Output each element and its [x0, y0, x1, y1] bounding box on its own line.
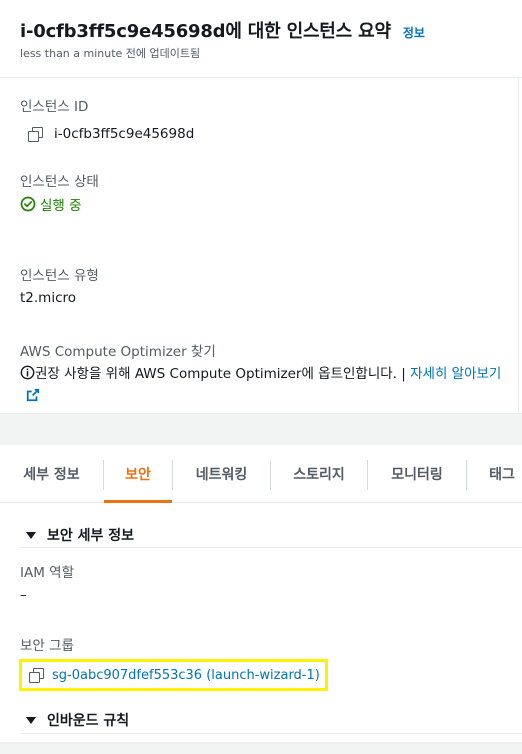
security-group-link[interactable]: sg-0abc907dfef553c36 (launch-wizard-1) — [52, 668, 320, 683]
tab-networking[interactable]: 네트워킹 — [173, 445, 270, 503]
page-title: i-0cfb3ff5c9e45698d에 대한 인스턴스 요약 — [20, 21, 391, 42]
instance-id-label: 인스턴스 ID — [20, 99, 89, 115]
iam-role-label: IAM 역할 — [20, 565, 74, 581]
security-group-label: 보안 그룹 — [20, 638, 74, 654]
security-details-toggle[interactable]: 보안 세부 정보 — [20, 525, 134, 545]
section-divider — [20, 547, 522, 548]
info-icon — [20, 365, 35, 380]
tab-monitoring[interactable]: 모니터링 — [368, 445, 466, 503]
panel-divider — [518, 78, 519, 413]
summary-header: i-0cfb3ff5c9e45698d에 대한 인스턴스 요약 정보 less … — [0, 0, 522, 78]
tab-security[interactable]: 보안 — [104, 445, 172, 503]
instance-state-status: 실행 중 — [20, 194, 82, 214]
instance-id-value: i-0cfb3ff5c9e45698d — [54, 126, 195, 142]
compute-optimizer-description: 권장 사항을 위해 AWS Compute Optimizer에 옵트인합니다.… — [35, 366, 411, 382]
tab-details[interactable]: 세부 정보 — [0, 445, 103, 503]
compute-optimizer-label: AWS Compute Optimizer 찾기 — [20, 344, 216, 360]
tab-tags[interactable]: 태그 — [467, 445, 522, 503]
section-divider — [20, 733, 522, 734]
learn-more-link[interactable]: 자세히 알아보기 — [410, 366, 501, 382]
inbound-rules-toggle[interactable]: 인바운드 규칙 — [20, 710, 129, 730]
instance-type-label: 인스턴스 유형 — [20, 268, 99, 284]
check-circle-icon — [20, 196, 36, 212]
caret-down-icon — [26, 716, 36, 724]
instance-id-row: i-0cfb3ff5c9e45698d — [28, 126, 194, 142]
copy-icon[interactable] — [29, 668, 44, 683]
iam-role-value: – — [20, 587, 27, 603]
instance-state-label: 인스턴스 상태 — [20, 174, 99, 190]
compute-optimizer-text: 권장 사항을 위해 AWS Compute Optimizer에 옵트인합니다.… — [20, 363, 515, 407]
info-link[interactable]: 정보 — [403, 24, 425, 41]
copy-icon[interactable] — [28, 127, 43, 142]
security-details-title: 보안 세부 정보 — [47, 528, 135, 544]
inbound-rules-title: 인바운드 규칙 — [47, 713, 130, 729]
caret-down-icon — [26, 531, 36, 539]
bottom-strip — [0, 742, 522, 754]
instance-type-value: t2.micro — [20, 290, 77, 306]
updated-timestamp: less than a minute 전에 업데이트됨 — [20, 47, 201, 60]
instance-state-value: 실행 중 — [40, 198, 82, 214]
title-row: i-0cfb3ff5c9e45698d에 대한 인스턴스 요약 정보 — [20, 17, 425, 43]
security-group-highlight: sg-0abc907dfef553c36 (launch-wizard-1) — [19, 659, 328, 691]
section-gap — [0, 413, 522, 445]
external-link-icon[interactable] — [26, 388, 40, 402]
instance-tabs: 세부 정보 보안 네트워킹 스토리지 모니터링 태그 — [0, 445, 522, 503]
tab-storage[interactable]: 스토리지 — [271, 445, 367, 503]
